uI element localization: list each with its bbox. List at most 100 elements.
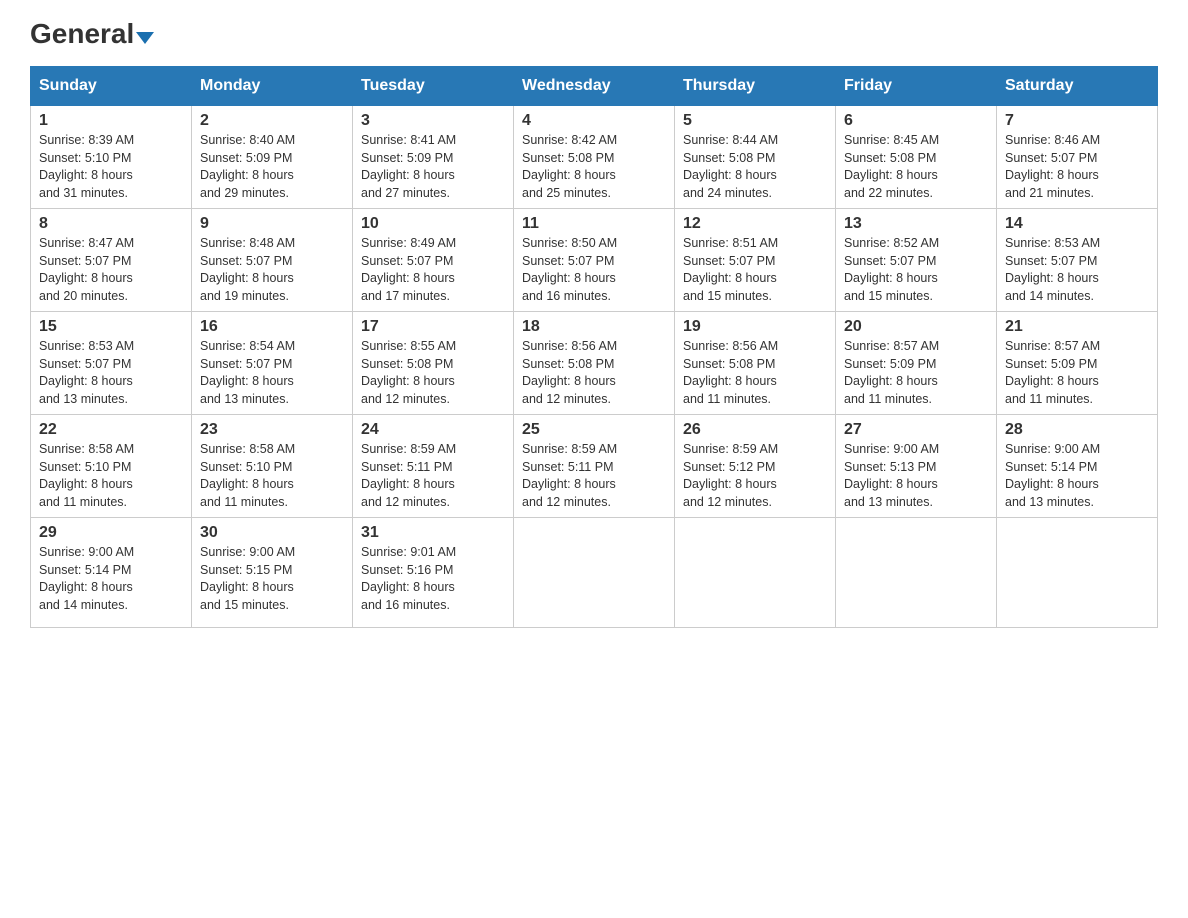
day-number: 25 — [522, 421, 666, 439]
calendar-week-row: 8Sunrise: 8:47 AM Sunset: 5:07 PM Daylig… — [31, 209, 1158, 312]
day-info: Sunrise: 9:00 AM Sunset: 5:14 PM Dayligh… — [39, 544, 183, 614]
calendar-cell: 19 Sunrise: 8:56 AM Sunset: 5:08 PM Dayli… — [675, 312, 836, 415]
calendar-cell — [514, 518, 675, 628]
col-header-sunday: Sunday — [31, 67, 192, 106]
logo: General — [30, 20, 154, 46]
page-header: General — [30, 20, 1158, 46]
calendar-cell: 16 Sunrise: 8:54 AM Sunset: 5:07 PM Dayli… — [192, 312, 353, 415]
day-number: 6 — [844, 112, 988, 130]
calendar-cell: 20 Sunrise: 8:57 AM Sunset: 5:09 PM Dayli… — [836, 312, 997, 415]
calendar-cell: 9 Sunrise: 8:48 AM Sunset: 5:07 PM Daylig… — [192, 209, 353, 312]
day-number: 2 — [200, 112, 344, 130]
calendar-cell: 12 Sunrise: 8:51 AM Sunset: 5:07 PM Dayli… — [675, 209, 836, 312]
day-number: 19 — [683, 318, 827, 336]
day-number: 24 — [361, 421, 505, 439]
day-info: Sunrise: 8:53 AM Sunset: 5:07 PM Dayligh… — [1005, 235, 1149, 305]
day-number: 8 — [39, 215, 183, 233]
day-info: Sunrise: 8:44 AM Sunset: 5:08 PM Dayligh… — [683, 132, 827, 202]
day-info: Sunrise: 8:46 AM Sunset: 5:07 PM Dayligh… — [1005, 132, 1149, 202]
day-number: 9 — [200, 215, 344, 233]
day-info: Sunrise: 8:51 AM Sunset: 5:07 PM Dayligh… — [683, 235, 827, 305]
day-info: Sunrise: 9:00 AM Sunset: 5:14 PM Dayligh… — [1005, 441, 1149, 511]
day-info: Sunrise: 8:42 AM Sunset: 5:08 PM Dayligh… — [522, 132, 666, 202]
calendar-cell — [997, 518, 1158, 628]
calendar-cell: 29 Sunrise: 9:00 AM Sunset: 5:14 PM Dayli… — [31, 518, 192, 628]
day-number: 27 — [844, 421, 988, 439]
day-number: 13 — [844, 215, 988, 233]
calendar-week-row: 29 Sunrise: 9:00 AM Sunset: 5:14 PM Dayli… — [31, 518, 1158, 628]
day-info: Sunrise: 8:50 AM Sunset: 5:07 PM Dayligh… — [522, 235, 666, 305]
calendar-cell: 14 Sunrise: 8:53 AM Sunset: 5:07 PM Dayli… — [997, 209, 1158, 312]
calendar-cell: 28 Sunrise: 9:00 AM Sunset: 5:14 PM Dayli… — [997, 415, 1158, 518]
calendar-cell: 4 Sunrise: 8:42 AM Sunset: 5:08 PM Daylig… — [514, 106, 675, 209]
calendar-cell: 15 Sunrise: 8:53 AM Sunset: 5:07 PM Dayli… — [31, 312, 192, 415]
day-info: Sunrise: 8:48 AM Sunset: 5:07 PM Dayligh… — [200, 235, 344, 305]
calendar-cell — [836, 518, 997, 628]
day-number: 20 — [844, 318, 988, 336]
calendar-cell: 26Sunrise: 8:59 AM Sunset: 5:12 PM Dayli… — [675, 415, 836, 518]
calendar-cell: 30 Sunrise: 9:00 AM Sunset: 5:15 PM Dayli… — [192, 518, 353, 628]
day-info: Sunrise: 9:00 AM Sunset: 5:13 PM Dayligh… — [844, 441, 988, 511]
day-info: Sunrise: 8:57 AM Sunset: 5:09 PM Dayligh… — [844, 338, 988, 408]
calendar-cell: 18 Sunrise: 8:56 AM Sunset: 5:08 PM Dayli… — [514, 312, 675, 415]
day-number: 12 — [683, 215, 827, 233]
day-number: 21 — [1005, 318, 1149, 336]
day-number: 18 — [522, 318, 666, 336]
day-number: 4 — [522, 112, 666, 130]
calendar-table: SundayMondayTuesdayWednesdayThursdayFrid… — [30, 66, 1158, 628]
day-info: Sunrise: 8:56 AM Sunset: 5:08 PM Dayligh… — [683, 338, 827, 408]
day-number: 16 — [200, 318, 344, 336]
calendar-cell: 11 Sunrise: 8:50 AM Sunset: 5:07 PM Dayli… — [514, 209, 675, 312]
day-info: Sunrise: 8:40 AM Sunset: 5:09 PM Dayligh… — [200, 132, 344, 202]
calendar-cell: 7Sunrise: 8:46 AM Sunset: 5:07 PM Daylig… — [997, 106, 1158, 209]
calendar-cell — [675, 518, 836, 628]
day-number: 31 — [361, 524, 505, 542]
day-info: Sunrise: 8:55 AM Sunset: 5:08 PM Dayligh… — [361, 338, 505, 408]
calendar-cell: 22Sunrise: 8:58 AM Sunset: 5:10 PM Dayli… — [31, 415, 192, 518]
calendar-header-row: SundayMondayTuesdayWednesdayThursdayFrid… — [31, 67, 1158, 106]
calendar-cell: 10Sunrise: 8:49 AM Sunset: 5:07 PM Dayli… — [353, 209, 514, 312]
day-number: 29 — [39, 524, 183, 542]
day-info: Sunrise: 8:59 AM Sunset: 5:11 PM Dayligh… — [522, 441, 666, 511]
day-info: Sunrise: 8:58 AM Sunset: 5:10 PM Dayligh… — [200, 441, 344, 511]
day-number: 14 — [1005, 215, 1149, 233]
col-header-tuesday: Tuesday — [353, 67, 514, 106]
day-info: Sunrise: 9:00 AM Sunset: 5:15 PM Dayligh… — [200, 544, 344, 614]
calendar-cell: 23 Sunrise: 8:58 AM Sunset: 5:10 PM Dayli… — [192, 415, 353, 518]
col-header-saturday: Saturday — [997, 67, 1158, 106]
day-info: Sunrise: 9:01 AM Sunset: 5:16 PM Dayligh… — [361, 544, 505, 614]
day-info: Sunrise: 8:57 AM Sunset: 5:09 PM Dayligh… — [1005, 338, 1149, 408]
day-info: Sunrise: 8:59 AM Sunset: 5:12 PM Dayligh… — [683, 441, 827, 511]
calendar-cell: 27 Sunrise: 9:00 AM Sunset: 5:13 PM Dayli… — [836, 415, 997, 518]
calendar-cell: 8Sunrise: 8:47 AM Sunset: 5:07 PM Daylig… — [31, 209, 192, 312]
col-header-friday: Friday — [836, 67, 997, 106]
day-number: 23 — [200, 421, 344, 439]
day-info: Sunrise: 8:39 AM Sunset: 5:10 PM Dayligh… — [39, 132, 183, 202]
logo-text: General — [30, 20, 154, 48]
calendar-cell: 25 Sunrise: 8:59 AM Sunset: 5:11 PM Dayli… — [514, 415, 675, 518]
day-info: Sunrise: 8:53 AM Sunset: 5:07 PM Dayligh… — [39, 338, 183, 408]
day-number: 28 — [1005, 421, 1149, 439]
day-info: Sunrise: 8:59 AM Sunset: 5:11 PM Dayligh… — [361, 441, 505, 511]
day-info: Sunrise: 8:52 AM Sunset: 5:07 PM Dayligh… — [844, 235, 988, 305]
day-number: 11 — [522, 215, 666, 233]
calendar-cell: 3 Sunrise: 8:41 AM Sunset: 5:09 PM Daylig… — [353, 106, 514, 209]
day-number: 3 — [361, 112, 505, 130]
calendar-week-row: 1Sunrise: 8:39 AM Sunset: 5:10 PM Daylig… — [31, 106, 1158, 209]
calendar-cell: 24 Sunrise: 8:59 AM Sunset: 5:11 PM Dayli… — [353, 415, 514, 518]
calendar-cell: 17Sunrise: 8:55 AM Sunset: 5:08 PM Dayli… — [353, 312, 514, 415]
day-number: 5 — [683, 112, 827, 130]
day-info: Sunrise: 8:45 AM Sunset: 5:08 PM Dayligh… — [844, 132, 988, 202]
calendar-cell: 2 Sunrise: 8:40 AM Sunset: 5:09 PM Daylig… — [192, 106, 353, 209]
day-info: Sunrise: 8:41 AM Sunset: 5:09 PM Dayligh… — [361, 132, 505, 202]
day-info: Sunrise: 8:54 AM Sunset: 5:07 PM Dayligh… — [200, 338, 344, 408]
day-info: Sunrise: 8:49 AM Sunset: 5:07 PM Dayligh… — [361, 235, 505, 305]
calendar-week-row: 22Sunrise: 8:58 AM Sunset: 5:10 PM Dayli… — [31, 415, 1158, 518]
day-number: 15 — [39, 318, 183, 336]
day-info: Sunrise: 8:58 AM Sunset: 5:10 PM Dayligh… — [39, 441, 183, 511]
calendar-cell: 13 Sunrise: 8:52 AM Sunset: 5:07 PM Dayli… — [836, 209, 997, 312]
day-info: Sunrise: 8:56 AM Sunset: 5:08 PM Dayligh… — [522, 338, 666, 408]
calendar-cell: 31 Sunrise: 9:01 AM Sunset: 5:16 PM Dayli… — [353, 518, 514, 628]
day-number: 30 — [200, 524, 344, 542]
calendar-cell: 5 Sunrise: 8:44 AM Sunset: 5:08 PM Daylig… — [675, 106, 836, 209]
